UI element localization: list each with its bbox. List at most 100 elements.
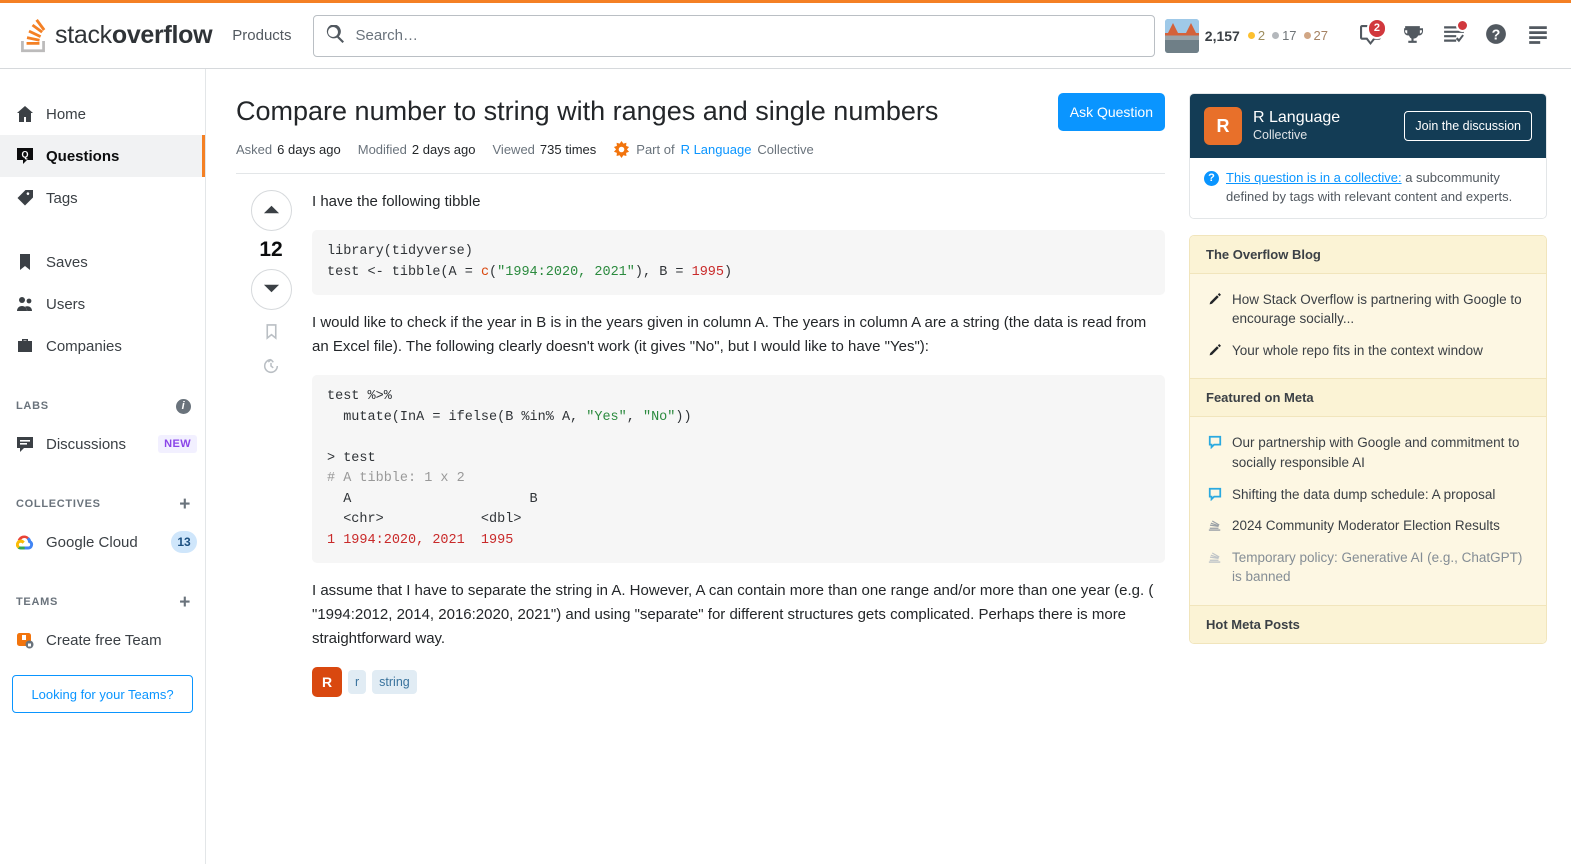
user-controls: 2,157 2 17 27 2 ? (1164, 15, 1559, 57)
modified-label: Modified (357, 142, 407, 157)
site-header: stackoverflow Products 2,157 2 (0, 3, 1571, 69)
bronze-badge-icon (1303, 32, 1311, 39)
silver-badge-icon (1272, 32, 1280, 39)
overflow-blog-list: How Stack Overflow is partnering with Go… (1190, 273, 1546, 379)
collective-note-text: This question is in a collective: a subc… (1226, 169, 1532, 207)
speech-bubble-icon (1206, 485, 1223, 505)
asked-value: 6 days ago (277, 142, 341, 157)
collective-note-link[interactable]: This question is in a collective: (1226, 170, 1402, 185)
silver-badges[interactable]: 17 (1272, 28, 1297, 43)
help-icon: ? (1485, 23, 1507, 48)
list-item[interactable]: 2024 Community Moderator Election Result… (1206, 510, 1530, 542)
page-title: Compare number to string with ranges and… (236, 96, 939, 126)
logo-wordmark: stackoverflow (55, 21, 213, 50)
tag-string[interactable]: string (372, 670, 417, 695)
up-arrow-icon (263, 201, 280, 221)
modified-stat: Modified 2 days ago (358, 142, 476, 157)
collective-link[interactable]: R Language (681, 142, 752, 157)
ask-question-button[interactable]: Ask Question (1057, 93, 1165, 131)
upvote-button[interactable] (250, 190, 292, 231)
featured-on-meta-title: Featured on Meta (1190, 378, 1546, 418)
code2-line2-no: "No" (642, 409, 676, 425)
sidebar-label-discussions: Discussions (46, 435, 127, 453)
add-collective-icon[interactable]: + (179, 495, 191, 514)
list-item[interactable]: Your whole repo fits in the context wind… (1206, 335, 1530, 367)
post-paragraph-2: I would like to check if the year in B i… (312, 314, 1147, 356)
sidebar-label-create-team: Create free Team (46, 631, 162, 649)
list-item-text: Shifting the data dump schedule: A propo… (1232, 486, 1496, 502)
tag-icon (16, 189, 34, 207)
bronze-badge-count: 27 (1313, 28, 1328, 43)
gold-badge-count: 2 (1257, 28, 1266, 43)
code-block-1[interactable]: library(tidyverse) test <- tibble(A = c(… (312, 230, 1165, 296)
down-arrow-icon (263, 280, 280, 300)
nav-products[interactable]: Products (220, 12, 303, 59)
help-button[interactable]: ? (1475, 15, 1517, 57)
sidebar-item-discussions[interactable]: Discussions NEW (0, 423, 205, 465)
avatar[interactable] (1164, 18, 1199, 53)
add-team-icon[interactable]: + (179, 593, 191, 612)
gold-badges[interactable]: 2 (1247, 28, 1266, 43)
inbox-button[interactable]: 2 (1349, 15, 1391, 57)
collective-prefix: Part of (636, 142, 675, 157)
tag-collective-r[interactable]: R (312, 667, 342, 698)
discussions-icon (16, 435, 34, 453)
list-item-text: 2024 Community Moderator Election Result… (1232, 518, 1500, 534)
sidebar-item-users[interactable]: Users (0, 283, 205, 325)
looking-for-teams-button[interactable]: Looking for your Teams? (12, 675, 193, 713)
list-item[interactable]: Shifting the data dump schedule: A propo… (1206, 479, 1530, 511)
sidebar-label-saves: Saves (46, 253, 88, 271)
stackoverflow-logo[interactable]: stackoverflow (8, 12, 220, 59)
list-item[interactable]: Temporary policy: Generative AI (e.g., C… (1206, 542, 1530, 593)
sidebar-label-google-cloud: Google Cloud (46, 533, 138, 551)
sidebar-item-questions[interactable]: Q Questions (0, 135, 205, 177)
tag-r[interactable]: r (348, 670, 367, 695)
code1-line1: library(tidyverse) (327, 244, 473, 259)
review-queues-button[interactable] (1433, 15, 1475, 57)
right-sidebar: R R Language Collective Join the discuss… (1189, 69, 1571, 864)
list-item[interactable]: Our partnership with Google and commitme… (1206, 427, 1530, 478)
search-icon (326, 24, 345, 46)
collective-card: R R Language Collective Join the discuss… (1189, 93, 1547, 219)
code-block-2[interactable]: test %>% mutate(InA = ifelse(B %in% A, "… (312, 375, 1165, 564)
left-sidebar: Home Q Questions Tags Saves Users Compan… (0, 69, 206, 864)
code1-line2-a: test <- tibble(A = (327, 264, 481, 280)
sidebar-item-companies[interactable]: Companies (0, 325, 205, 367)
discussions-new-badge: NEW (158, 435, 197, 453)
sidebar-item-saves[interactable]: Saves (0, 241, 205, 283)
labs-section-header: LABS i (0, 389, 205, 423)
question-history-button[interactable] (260, 356, 282, 378)
list-item-text: Our partnership with Google and commitme… (1232, 435, 1520, 470)
list-item[interactable]: How Stack Overflow is partnering with Go… (1206, 284, 1530, 335)
reputation-score[interactable]: 2,157 (1205, 28, 1240, 44)
bookmark-question-button[interactable] (260, 322, 282, 344)
sidebar-item-create-team[interactable]: Create free Team (0, 619, 205, 661)
downvote-button[interactable] (250, 269, 292, 310)
code2-line4: # A tibble: 1 x 2 (327, 471, 465, 487)
collective-avatar: R (1204, 107, 1242, 145)
sidebar-yellow-card: The Overflow Blog How Stack Overflow is … (1189, 234, 1547, 644)
bronze-badges[interactable]: 27 (1303, 28, 1328, 43)
search-input[interactable] (353, 26, 1142, 45)
stacks-icon (1206, 516, 1223, 536)
vote-column: 12 (236, 190, 306, 697)
briefcase-icon (16, 337, 34, 355)
achievements-button[interactable] (1391, 15, 1433, 57)
code2-line2-a: mutate(InA = ifelse(B %in% A, (327, 409, 587, 425)
join-discussion-button[interactable]: Join the discussion (1404, 111, 1532, 141)
sidebar-label-home: Home (46, 105, 87, 123)
users-icon (16, 295, 34, 313)
sidebar-item-google-cloud[interactable]: Google Cloud 13 (0, 521, 205, 563)
svg-text:Q: Q (21, 150, 28, 160)
question-body: 12 I have the following tibble library(t… (236, 174, 1165, 698)
sidebar-item-tags[interactable]: Tags (0, 177, 205, 219)
logo-text-bold: overflow (111, 21, 213, 49)
sidebar-label-companies: Companies (46, 337, 122, 355)
site-switcher-button[interactable] (1517, 15, 1559, 57)
sidebar-item-home[interactable]: Home (0, 93, 205, 135)
labs-info-icon[interactable]: i (176, 398, 191, 414)
search-bar[interactable] (313, 14, 1155, 57)
bookmark-icon (16, 253, 34, 271)
collective-card-header: R R Language Collective Join the discuss… (1190, 94, 1546, 158)
modified-value: 2 days ago (411, 142, 476, 157)
